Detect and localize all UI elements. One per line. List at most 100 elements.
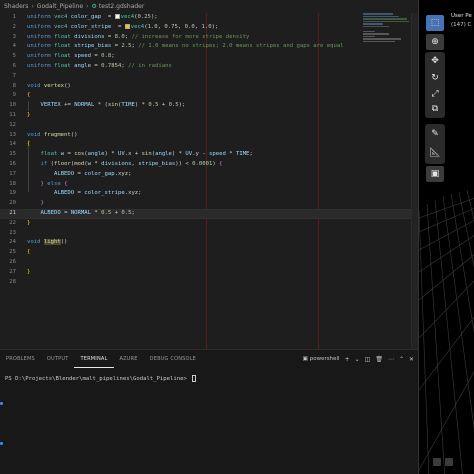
code-token: vec4 — [53, 14, 71, 20]
maximize-panel-icon[interactable]: ⌃ — [399, 356, 404, 363]
chevron-down-icon[interactable]: ⌄ — [355, 356, 360, 363]
add-terminal-icon[interactable]: + — [345, 356, 350, 363]
terminal-line[interactable]: PS D:\Projects\Blender\malt_pipelines\Go… — [5, 375, 197, 382]
line-number: 21 — [9, 209, 16, 216]
breadcrumb-subfolder[interactable]: Godalt_Pipeline — [37, 3, 83, 10]
trash-icon[interactable]: 🗑︎ — [375, 356, 383, 363]
code-text: uniform float stripe_bias = 2.5; // 1.0 … — [27, 42, 344, 52]
code-area[interactable]: 1 uniform vec4 color_gap = vec4(0.25); 2 un… — [0, 13, 418, 287]
code-token: 0.8 — [101, 53, 112, 60]
line-number: 5 — [12, 53, 16, 60]
color-swatch[interactable] — [124, 23, 130, 29]
code-text: void fragment() — [27, 131, 78, 141]
code-line[interactable]: 15 float w = cos(angle) * UV.x + sin(ang… — [0, 150, 418, 160]
line-number: 28 — [9, 278, 16, 285]
code-line[interactable]: 2 uniform vec4 color_stripe = vec4(1.0, 0… — [0, 23, 418, 33]
code-line[interactable]: 12 — [0, 121, 418, 131]
code-line[interactable]: 23 — [0, 229, 418, 239]
code-text: } — [27, 199, 43, 209]
tab-debug-console[interactable]: DEBUG CONSOLE — [144, 350, 202, 368]
tab-terminal[interactable]: TERMINAL — [74, 350, 114, 368]
code-line[interactable]: 9{ — [0, 91, 418, 101]
code-line[interactable]: 16 if (floor(mod(w * divisions, stripe_b… — [0, 160, 418, 170]
code-line[interactable]: 10 VERTEX += NORMAL * (sin(TIME) * 0.5 +… — [0, 101, 418, 111]
code-line[interactable]: 20 } — [0, 199, 418, 209]
code-token: 0.25 — [137, 14, 151, 20]
shader-file-icon: ⚙ — [91, 3, 97, 10]
code-line[interactable]: 21 ALBEDO = NORMAL * 0.5 + 0.5; — [0, 208, 418, 219]
code-line[interactable]: 17 ALBEDO = color_gap.xyz; — [0, 170, 418, 180]
code-line[interactable]: 25 { — [0, 248, 418, 258]
code-editor[interactable]: Shaders › Godalt_Pipeline › ⚙ test2.gdsh… — [0, 0, 418, 349]
move-tool-button[interactable]: ✥ — [426, 53, 444, 69]
code-token: mod — [74, 160, 85, 167]
add-cube-icon: ▣ — [430, 169, 440, 179]
code-line[interactable]: 11} — [0, 111, 418, 121]
code-line[interactable]: 14 { — [0, 140, 418, 150]
tab-output[interactable]: OUTPUT — [41, 350, 75, 368]
code-line[interactable]: 3 uniform float divisions = 8.0; // incre… — [0, 33, 418, 43]
footer-button[interactable] — [433, 458, 441, 466]
select-tool-button[interactable]: ⬚ — [426, 15, 444, 31]
code-line[interactable]: 19 ALBEDO = color_stripe.xyz; — [0, 189, 418, 199]
code-line[interactable]: 6 uniform float angle = 0.7854; // in rad… — [0, 62, 418, 72]
close-icon[interactable]: ✕ — [409, 356, 414, 363]
code-line[interactable]: 27} — [0, 268, 418, 278]
terminal-cursor — [192, 375, 197, 382]
code-line[interactable]: 13 void fragment() — [0, 131, 418, 141]
breadcrumb-folder[interactable]: Shaders — [4, 3, 28, 10]
blender-viewport[interactable]: User Pe (147) C ⬚ ⊕ ✥ ↻ ⤢ ⧉ ✎ 📐︎ ▣ — [418, 0, 474, 474]
annotate-icon: ✎ — [431, 129, 439, 139]
code-line[interactable]: 8 void vertex() — [0, 82, 418, 92]
footer-button[interactable] — [445, 458, 453, 466]
cursor-tool-button[interactable]: ⊕ — [426, 34, 444, 50]
code-token: { — [64, 180, 68, 187]
rotate-tool-button[interactable]: ↻ — [426, 70, 444, 86]
code-line[interactable]: 7 — [0, 72, 418, 82]
code-line[interactable]: 18 } else { — [0, 180, 418, 190]
transform-all-tool-button[interactable]: ⧉ — [426, 101, 444, 117]
line-number: 8 — [12, 82, 16, 89]
code-token: uniform — [27, 62, 54, 69]
view-frame: (147) C — [451, 22, 472, 28]
editor-scrollbar[interactable] — [411, 13, 418, 349]
code-line[interactable]: 24 void light() — [0, 238, 418, 248]
scale-icon: ⤢ — [431, 89, 439, 99]
code-token: // in radians — [128, 62, 172, 69]
annotate-tool-button[interactable]: ✎ — [426, 126, 444, 142]
code-token: UV — [118, 151, 125, 158]
color-swatch[interactable] — [114, 14, 120, 19]
code-line[interactable]: 28 — [0, 278, 418, 288]
terminal-decoration-dot — [0, 442, 3, 445]
code-token: VERTEX — [40, 102, 61, 109]
code-line[interactable]: 26 — [0, 258, 418, 268]
minimap[interactable] — [363, 13, 411, 53]
terminal-shell-selector[interactable]: ▣ powershell — [303, 356, 340, 362]
code-token: color_stripe — [70, 23, 112, 30]
code-line[interactable]: 22} — [0, 219, 418, 229]
add-cube-tool-button[interactable]: ▣ — [426, 166, 444, 182]
tab-azure[interactable]: AZURE — [114, 350, 144, 368]
measure-tool-button[interactable]: 📐︎ — [426, 145, 444, 161]
code-line[interactable]: 1 uniform vec4 color_gap = vec4(0.25); — [0, 13, 418, 23]
code-token: () — [60, 239, 68, 246]
code-token: .xyz; — [114, 170, 132, 177]
code-token: floor — [53, 160, 71, 167]
line-number: 19 — [9, 190, 16, 197]
code-token: * — [225, 151, 236, 158]
code-token: uniform — [27, 43, 54, 50]
scale-tool-button[interactable]: ⤢ — [426, 86, 444, 102]
code-line[interactable]: 4 uniform float stripe_bias = 2.5; // 1.0… — [0, 42, 418, 52]
split-terminal-icon[interactable]: ◫ — [365, 356, 371, 363]
code-text: } else { — [27, 180, 67, 190]
code-line[interactable]: 5 uniform float speed = 0.8; — [0, 52, 418, 62]
code-token: if — [40, 160, 51, 167]
line-number: 13 — [9, 131, 16, 138]
tab-problems[interactable]: PROBLEMS — [0, 350, 41, 368]
code-token: .xyz; — [124, 190, 142, 197]
line-number: 25 — [9, 249, 16, 256]
code-token: vec4 — [53, 23, 71, 30]
breadcrumb-file[interactable]: test2.gdshader — [99, 3, 144, 10]
code-token: { — [27, 249, 31, 256]
more-icon[interactable]: ⋯ — [388, 356, 394, 363]
